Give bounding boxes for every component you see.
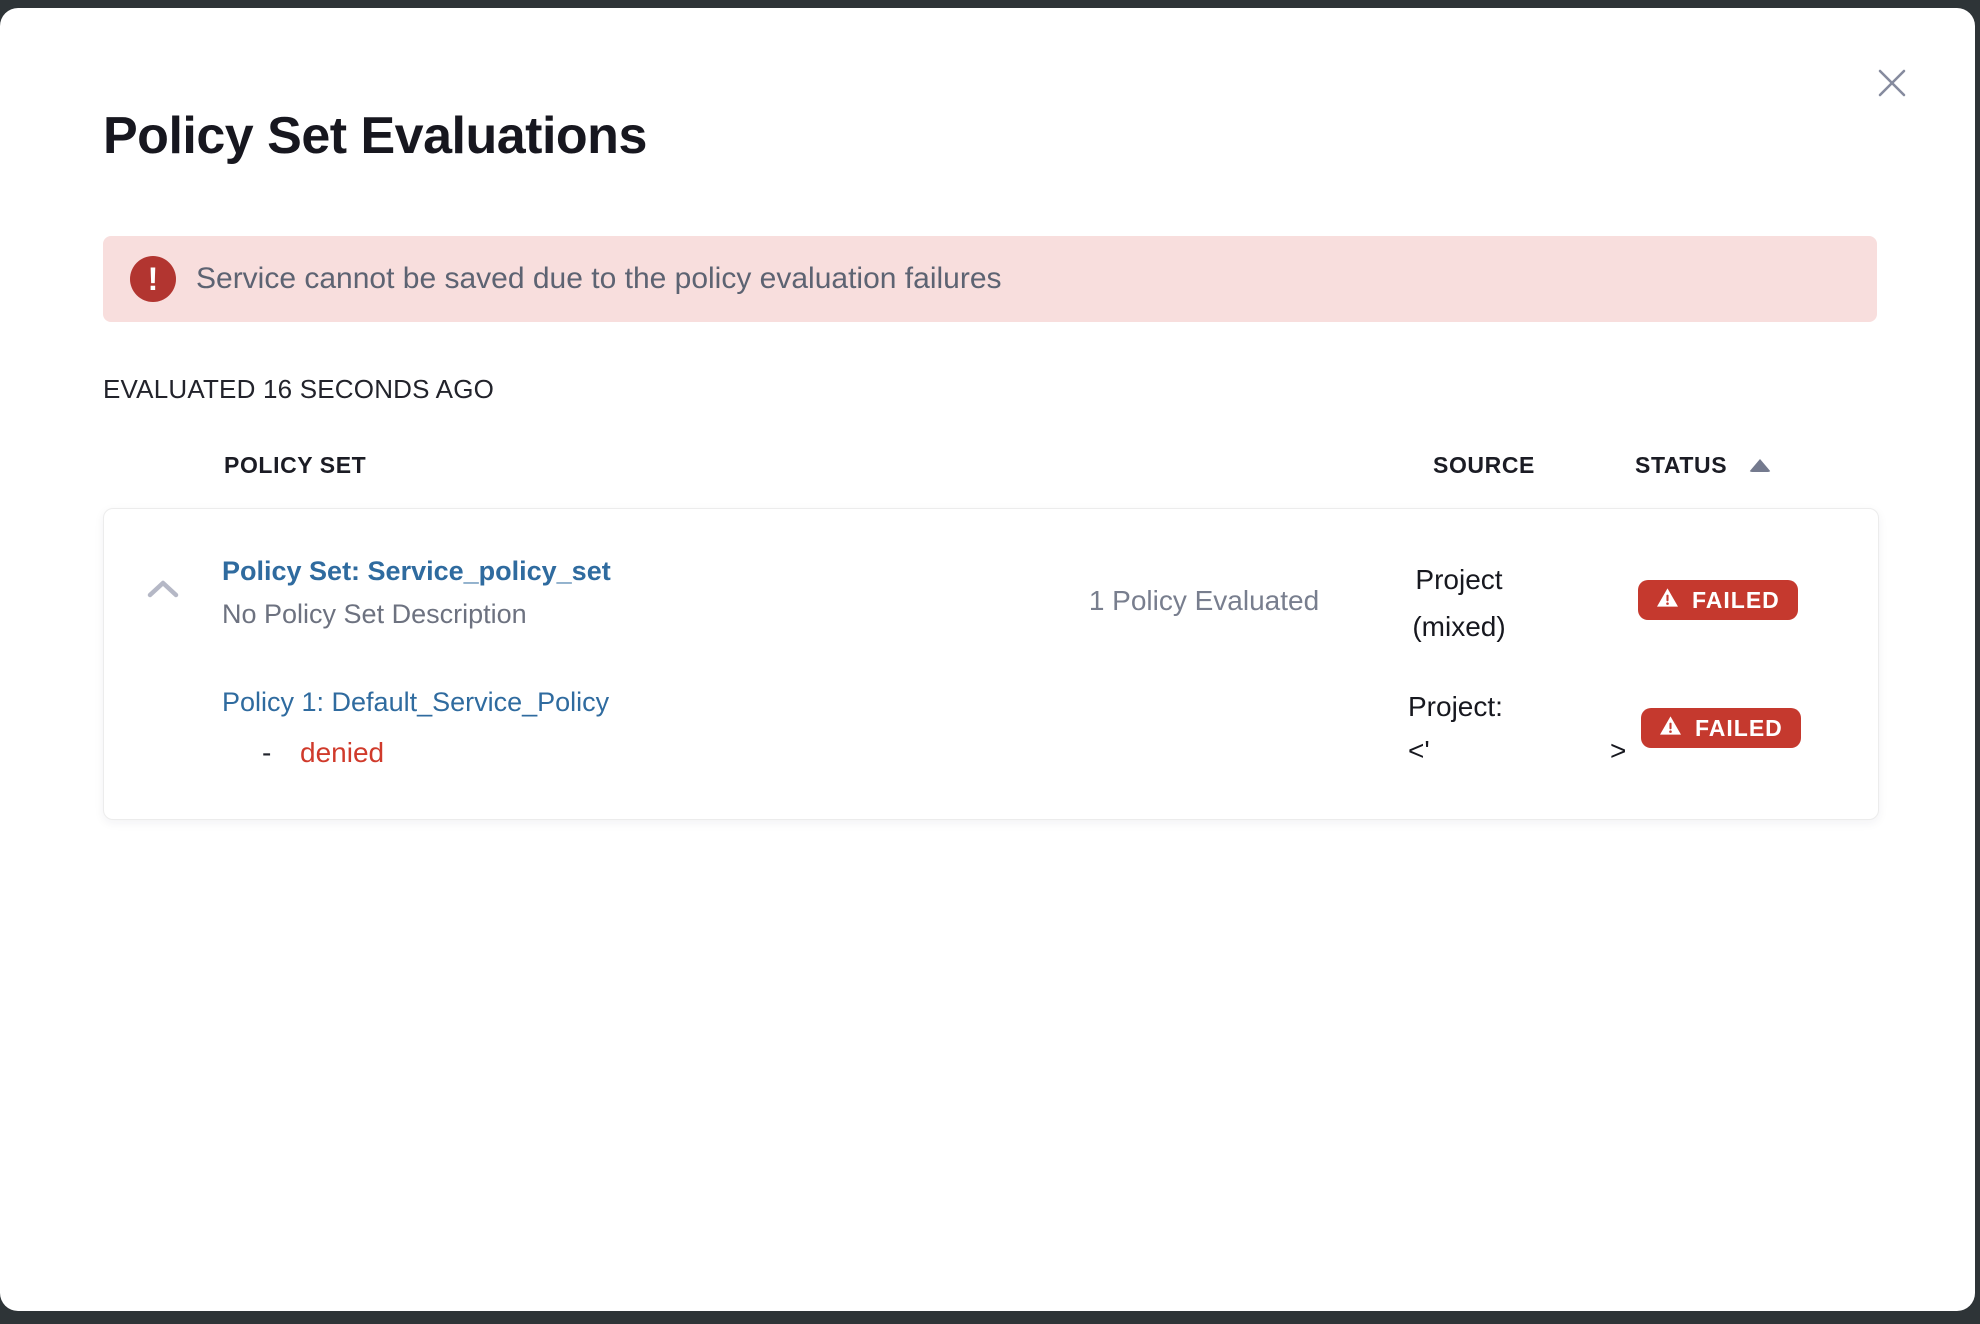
source-line-2: (mixed) <box>1379 603 1539 650</box>
policy-set-description: No Policy Set Description <box>222 599 527 630</box>
status-badge: FAILED <box>1641 708 1801 748</box>
page-title: Policy Set Evaluations <box>103 106 647 166</box>
warning-icon <box>1659 715 1682 742</box>
policy-result-denied: denied <box>300 737 384 769</box>
collapse-chevron-icon[interactable] <box>146 579 180 604</box>
policy-set-link[interactable]: Policy Set: Service_policy_set <box>222 556 611 587</box>
policy-link[interactable]: Policy 1: Default_Service_Policy <box>222 687 609 718</box>
evaluated-timestamp: EVALUATED 16 SECONDS AGO <box>103 374 494 405</box>
policy-set-source: Project (mixed) <box>1379 556 1539 650</box>
policy-source-open-bracket: <' <box>1408 735 1430 767</box>
column-header-status[interactable]: STATUS <box>1635 452 1727 479</box>
column-header-policy-set: POLICY SET <box>224 452 366 479</box>
close-icon <box>1874 89 1910 104</box>
error-banner: ! Service cannot be saved due to the pol… <box>103 236 1877 322</box>
column-header-source: SOURCE <box>1433 452 1535 479</box>
policy-source-close-bracket: > <box>1610 735 1626 767</box>
source-line-1: Project <box>1379 556 1539 603</box>
error-banner-text: Service cannot be saved due to the polic… <box>196 236 1002 322</box>
status-badge-label: FAILED <box>1695 715 1783 742</box>
policies-evaluated-count: 1 Policy Evaluated <box>1059 585 1349 617</box>
policy-set-evaluations-modal: Policy Set Evaluations ! Service cannot … <box>0 8 1975 1311</box>
error-icon: ! <box>130 256 176 302</box>
policy-set-evaluation-card: Policy Set: Service_policy_set No Policy… <box>103 508 1879 820</box>
sort-ascending-icon[interactable] <box>1749 459 1771 472</box>
status-badge: FAILED <box>1638 580 1798 620</box>
result-dash: - <box>262 737 271 769</box>
status-badge-label: FAILED <box>1692 587 1780 614</box>
warning-icon <box>1656 587 1679 614</box>
policy-source-label: Project: <box>1408 691 1503 723</box>
close-button[interactable] <box>1874 65 1910 101</box>
